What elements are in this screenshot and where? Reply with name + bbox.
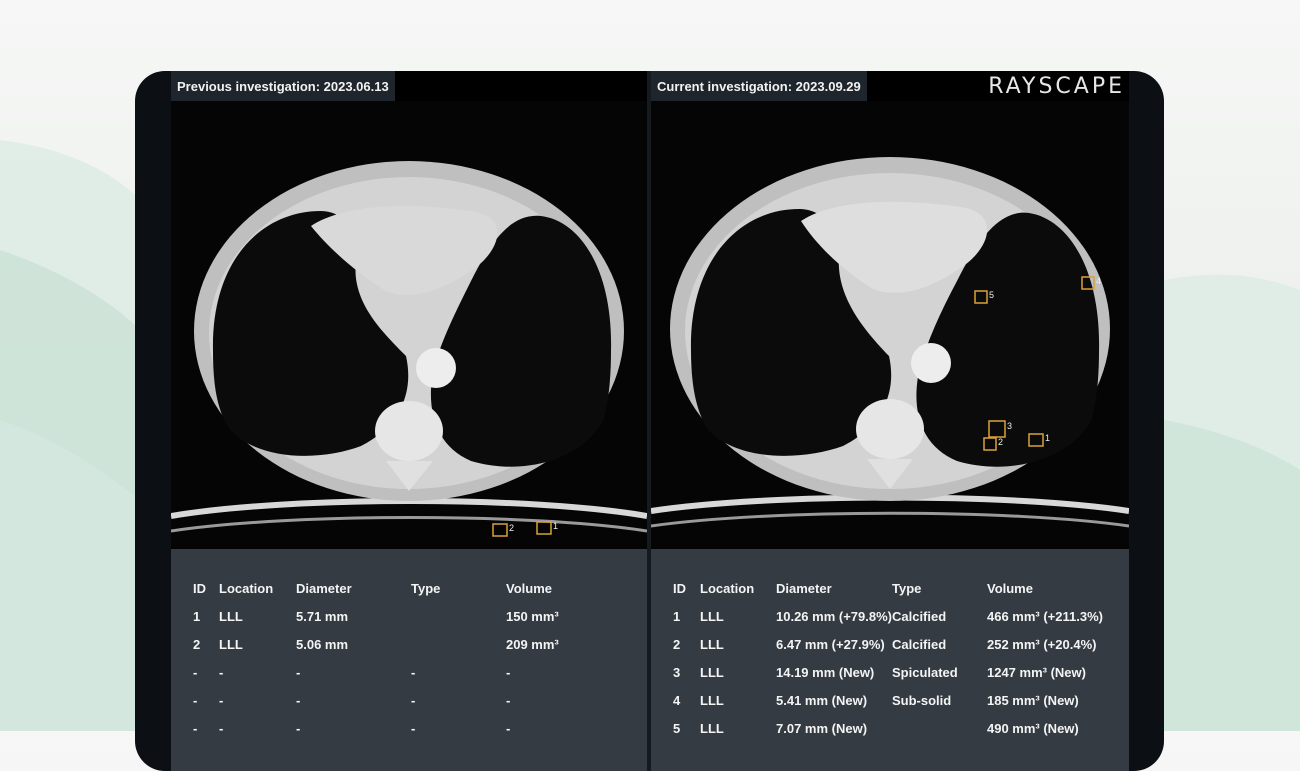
cell-type: Sub-solid <box>891 692 952 708</box>
cell-location: - <box>219 692 224 708</box>
cell-diameter: 5.06 mm <box>296 636 349 652</box>
cell-diameter: 5.71 mm <box>296 608 349 624</box>
cell-volume: 1247 mm³ (New) <box>986 664 1086 680</box>
cell-diameter: - <box>296 664 301 680</box>
cell-type <box>411 630 506 658</box>
cell-volume: 466 mm³ (+211.3%) <box>986 608 1103 624</box>
cell-volume: - <box>506 664 511 680</box>
column-header-type: Type <box>411 580 441 596</box>
cell-id: 2 <box>673 636 681 652</box>
table-header-row: ID Location Diameter Type Volume <box>193 574 616 602</box>
cell-location: - <box>219 664 224 680</box>
current-investigation-panel: 5 4 3 2 1 Current investigation: 2023.09… <box>651 71 1129 771</box>
current-investigation-label: Current investigation: 2023.09.29 <box>651 71 867 101</box>
table-row[interactable]: - - - - - <box>193 714 616 742</box>
cell-diameter: 7.07 mm (New) <box>776 720 868 736</box>
table-row[interactable]: 5 LLL 7.07 mm (New) 490 mm³ (New) <box>673 714 1122 742</box>
cell-location: - <box>219 720 224 736</box>
cell-volume: - <box>506 692 511 708</box>
cell-location: LLL <box>700 692 724 708</box>
cell-diameter: - <box>296 720 301 736</box>
cell-diameter: 6.47 mm (+27.9%) <box>776 636 885 652</box>
cell-location: LLL <box>700 720 724 736</box>
cell-location: LLL <box>700 608 724 624</box>
cell-diameter: 5.41 mm (New) <box>776 692 868 708</box>
column-header-type: Type <box>891 580 922 596</box>
cell-type: - <box>411 664 416 680</box>
cell-id: 5 <box>673 720 681 736</box>
cell-id: - <box>193 692 198 708</box>
table-row[interactable]: - - - - - <box>193 686 616 714</box>
cell-id: 1 <box>673 608 681 624</box>
cell-type <box>892 714 987 742</box>
cell-volume: 490 mm³ (New) <box>986 720 1079 736</box>
column-header-location: Location <box>219 580 274 596</box>
column-header-diameter: Diameter <box>296 580 352 596</box>
table-row[interactable]: 1 LLL 10.26 mm (+79.8%) Calcified 466 mm… <box>673 602 1122 630</box>
cell-type: - <box>411 692 416 708</box>
nodule-marker-label: 5 <box>989 290 994 300</box>
table-row[interactable]: 2 LLL 5.06 mm 209 mm³ <box>193 630 616 658</box>
table-row[interactable]: 1 LLL 5.71 mm 150 mm³ <box>193 602 616 630</box>
current-nodule-table: ID Location Diameter Type Volume 1 LLL 1… <box>673 574 1122 742</box>
cell-volume: 150 mm³ <box>506 608 559 624</box>
column-header-id: ID <box>673 580 686 596</box>
current-nodule-table-area: ID Location Diameter Type Volume 1 LLL 1… <box>651 549 1129 771</box>
column-header-volume: Volume <box>986 580 1033 596</box>
cell-location: LLL <box>219 608 243 624</box>
cell-id: 1 <box>193 608 201 624</box>
cell-volume: 185 mm³ (New) <box>986 692 1079 708</box>
cell-id: 2 <box>193 636 201 652</box>
table-row[interactable]: 3 LLL 14.19 mm (New) Spiculated 1247 mm³… <box>673 658 1122 686</box>
nodule-marker-label: 1 <box>1045 433 1050 443</box>
cell-type: - <box>411 720 416 736</box>
table-row[interactable]: - - - - - <box>193 658 616 686</box>
table-row[interactable]: 4 LLL 5.41 mm (New) Sub-solid 185 mm³ (N… <box>673 686 1122 714</box>
column-header-diameter: Diameter <box>776 580 832 596</box>
ct-scan-previous: 2 1 <box>171 101 647 549</box>
cell-diameter: 14.19 mm (New) <box>776 664 875 680</box>
nodule-marker-label: 2 <box>998 437 1003 447</box>
cell-id: - <box>193 664 198 680</box>
cell-id: 3 <box>673 664 681 680</box>
cell-type: Calcified <box>891 608 947 624</box>
cell-type: Calcified <box>891 636 947 652</box>
cell-diameter: - <box>296 692 301 708</box>
previous-investigation-label: Previous investigation: 2023.06.13 <box>171 71 395 101</box>
cell-id: 4 <box>673 692 681 708</box>
nodule-marker-label: 2 <box>509 523 514 533</box>
cell-type <box>411 602 506 630</box>
cell-id: - <box>193 720 198 736</box>
column-header-location: Location <box>700 580 755 596</box>
cell-volume: - <box>506 720 511 736</box>
column-header-volume: Volume <box>506 580 552 596</box>
table-header-row: ID Location Diameter Type Volume <box>673 574 1122 602</box>
cell-diameter: 10.26 mm (+79.8%) <box>776 608 892 624</box>
table-row[interactable]: 2 LLL 6.47 mm (+27.9%) Calcified 252 mm³… <box>673 630 1122 658</box>
rayscape-logo: RAYSCAPE <box>988 74 1125 99</box>
cell-location: LLL <box>700 636 724 652</box>
viewer-device: 2 1 Previous investigation: 2023.06.13 I… <box>135 71 1164 771</box>
ct-scan-current: 5 4 3 2 1 <box>651 101 1129 549</box>
previous-nodule-table: ID Location Diameter Type Volume 1 LLL 5… <box>193 574 616 742</box>
cell-location: LLL <box>219 636 243 652</box>
cell-location: LLL <box>700 664 724 680</box>
nodule-marker-label: 4 <box>1096 276 1101 286</box>
cell-type: Spiculated <box>891 664 958 680</box>
previous-investigation-panel: 2 1 Previous investigation: 2023.06.13 I… <box>171 71 647 771</box>
nodule-marker-label: 1 <box>553 521 558 531</box>
previous-nodule-table-area: ID Location Diameter Type Volume 1 LLL 5… <box>171 549 647 771</box>
cell-volume: 252 mm³ (+20.4%) <box>986 636 1097 652</box>
nodule-marker-label: 3 <box>1007 421 1012 431</box>
column-header-id: ID <box>193 580 206 596</box>
cell-volume: 209 mm³ <box>506 636 559 652</box>
